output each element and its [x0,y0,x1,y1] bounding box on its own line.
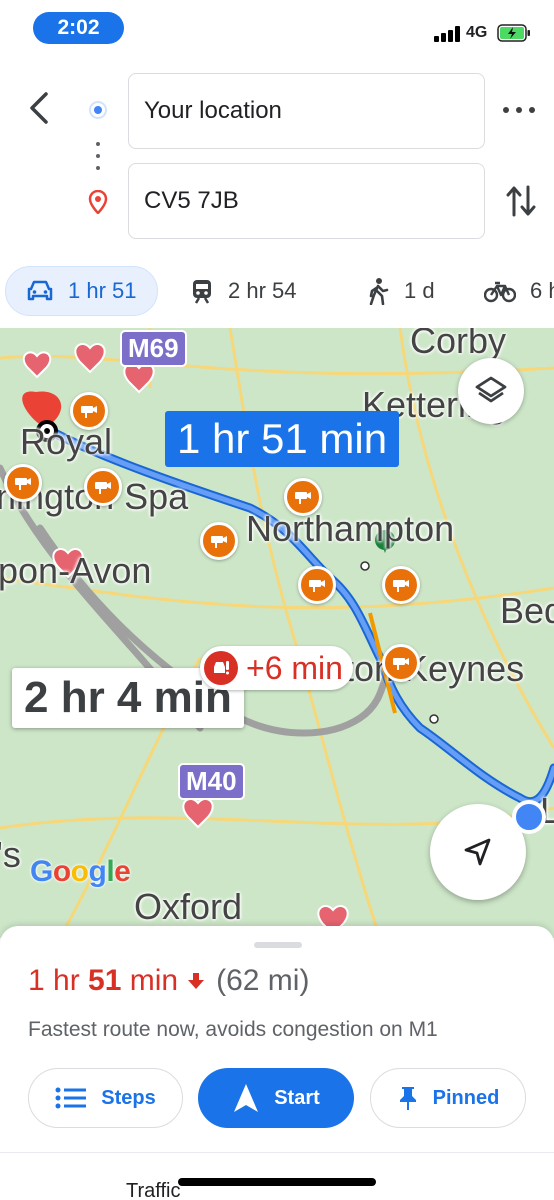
tab-walking-label: 1 d [404,278,435,303]
destination-input[interactable]: CV5 7JB [128,163,485,239]
tab-traffic[interactable]: Traffic [126,1180,180,1200]
signal-bars-icon [434,26,462,42]
home-indicator[interactable] [178,1178,376,1186]
swap-icon[interactable] [505,181,537,221]
tab-driving[interactable]: 1 hr 51 [5,266,158,316]
start-button[interactable]: Start [198,1068,354,1128]
tab-transit-label: 2 hr 54 [228,278,297,303]
walk-icon [369,278,389,305]
map-label-oxford: Oxford [134,886,243,927]
traffic-delay-badge: +6 min [200,646,353,690]
speed-camera-icon[interactable] [84,468,122,506]
back-arrow-icon[interactable] [22,88,58,128]
tab-transit[interactable]: 2 hr 54 [190,266,297,316]
speed-camera-icon[interactable] [382,566,420,604]
map-label-northampton: Northampton [246,508,455,549]
car-icon [27,280,53,301]
status-time: 2:02 [33,12,124,44]
list-icon [55,1087,87,1109]
navigation-arrow-icon [234,1084,259,1112]
speed-camera-icon[interactable] [200,522,238,560]
route-distance: (62 mi) [216,964,310,997]
map-label-corby: Corby [410,328,507,361]
route-duration-number: 51 [88,964,122,997]
route-primary-duration-label[interactable]: 1 hr 51 min [165,411,400,467]
bike-icon [484,281,516,303]
motorway-badge-m69: M69 [120,330,187,367]
speed-camera-icon[interactable] [298,566,336,604]
steps-button[interactable]: Steps [28,1068,183,1128]
steps-label: Steps [101,1086,156,1109]
travel-mode-tabs: 1 hr 51 2 hr 54 1 d 6 h [0,262,554,324]
sheet-drag-handle[interactable] [254,942,302,948]
route-connector-dots [96,142,100,172]
map-label-partial-ds: 's [0,834,21,875]
tab-driving-label: 1 hr 51 [68,278,137,303]
route-duration: 1 hr 51 min [28,964,178,998]
speed-camera-icon[interactable] [70,392,108,430]
motorway-badge-m40: M40 [178,763,245,800]
map-label-stratford: pon-Avon [0,550,152,591]
pin-icon [399,1087,416,1110]
route-summary: 1 hr 51 min (62 mi) [28,964,309,998]
start-label: Start [274,1086,320,1109]
current-location-marker-icon [512,800,546,834]
speed-camera-icon[interactable] [284,478,322,516]
google-logo: Google [30,855,131,888]
tab-cycling[interactable]: 6 h [484,266,554,316]
layers-icon[interactable] [458,358,524,424]
speed-camera-icon[interactable] [382,644,420,682]
speed-camera-icon[interactable] [4,464,42,502]
map-view[interactable]: Corby Kettering Royal nington Spa Northa… [0,328,554,938]
traffic-car-icon [204,651,238,685]
route-duration-prefix: 1 hr [28,964,89,997]
arrow-down-icon [188,973,205,989]
tab-cycling-label: 6 h [530,278,554,303]
status-bar: 2:02 4G [0,0,554,60]
battery-charging-icon [497,24,530,42]
network-type: 4G [466,24,488,41]
sheet-divider [0,1152,554,1153]
pinned-button[interactable]: Pinned [370,1068,526,1128]
tab-walking[interactable]: 1 d [366,266,435,316]
route-bottom-sheet: 1 hr 51 min (62 mi) Fastest route now, a… [0,926,554,1200]
current-location-dot-icon [89,101,107,119]
train-icon [193,280,211,304]
origin-input[interactable]: Your location [128,73,485,149]
traffic-delay-label: +6 min [246,649,343,686]
more-vert-icon[interactable] [503,100,535,120]
map-label-bedford: Bed [500,590,554,631]
destination-pin-icon [88,190,108,214]
pinned-label: Pinned [432,1086,500,1109]
route-duration-suffix: min [121,964,179,997]
route-description: Fastest route now, avoids congestion on … [28,1018,438,1041]
